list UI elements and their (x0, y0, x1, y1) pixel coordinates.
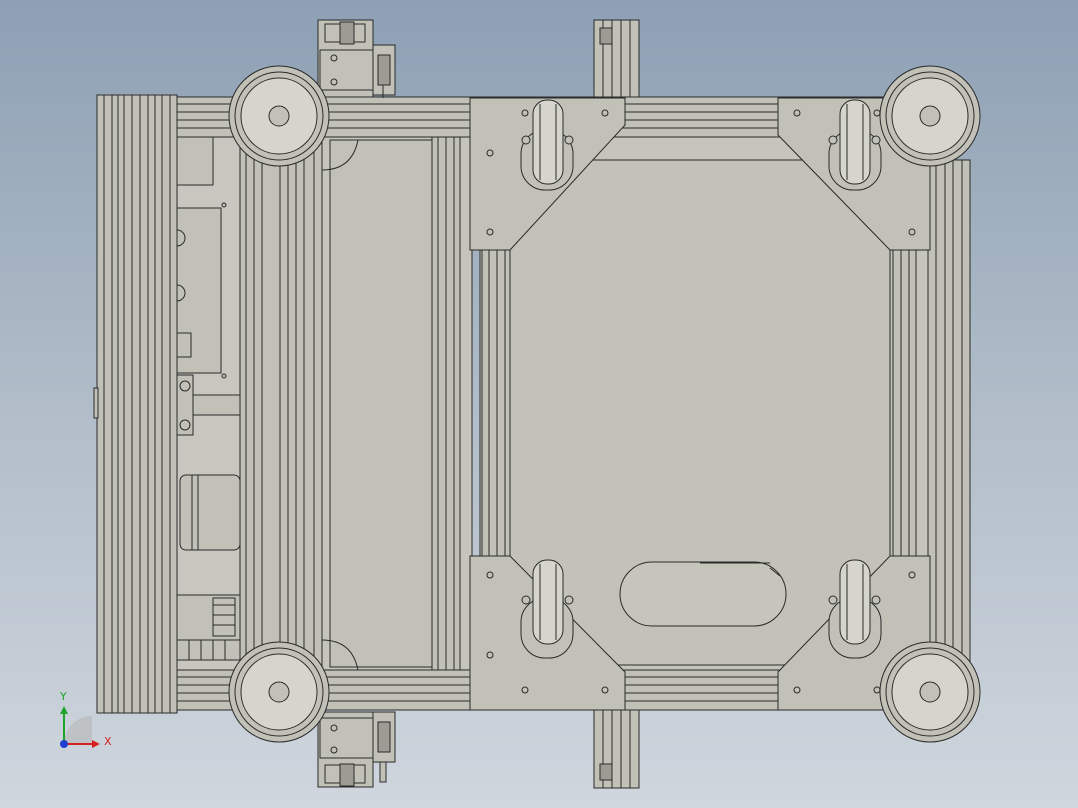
cad-viewport[interactable]: X Y (0, 0, 1078, 808)
top-left-bracket (317, 19, 396, 98)
right-side-profile (927, 159, 971, 681)
cart-frame-drawing[interactable]: X Y (0, 0, 1078, 808)
y-axis-label: Y (59, 690, 67, 703)
guide-wheel-top-right (879, 65, 981, 167)
coordinate-triad-icon (60, 706, 100, 748)
middle-tray (321, 136, 473, 671)
left-inner-profile (239, 99, 323, 711)
x-axis-label: X (104, 735, 112, 748)
bottom-left-bracket (317, 711, 396, 788)
left-side-profile (93, 94, 178, 714)
guide-wheel-bottom-left (228, 641, 330, 743)
top-center-stub (593, 19, 640, 101)
bottom-center-stub (593, 707, 640, 789)
electrical-panel (176, 99, 241, 711)
guide-wheel-bottom-right (879, 641, 981, 743)
guide-wheel-top-left (228, 65, 330, 167)
